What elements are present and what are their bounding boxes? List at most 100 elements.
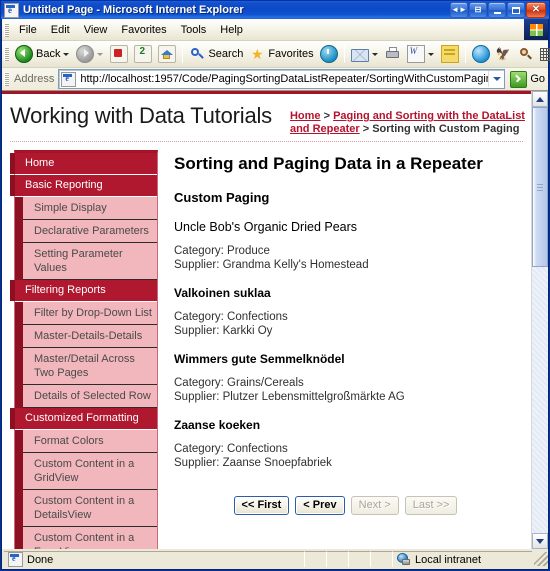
sidebar-item-label[interactable]: Master/Detail Across Two Pages [23,348,157,384]
breadcrumb-link-home[interactable]: Home [290,110,321,122]
sidebar-item-filtering-reports[interactable]: Filtering Reports [10,280,157,302]
bird-button[interactable]: 🦅 [493,42,515,66]
sidebar-item-custom-content-in-a-formview[interactable]: Custom Content in a FormView [23,527,157,549]
sidebar-item-label[interactable]: Master-Details-Details [23,325,157,347]
scrollbar-track[interactable] [532,107,548,533]
history-icon [319,45,338,63]
messenger-button[interactable] [469,42,493,66]
back-button[interactable]: Back [12,42,73,66]
sidebar-item-details-of-selected-row[interactable]: Details of Selected Row [23,385,157,408]
sidebar-group-filtering-reports: Filter by Drop-Down List Master-Details-… [15,302,157,408]
sidebar-item-format-colors[interactable]: Format Colors [23,430,157,453]
window-controls: ◄► ⊟ ✕ [450,2,546,18]
forward-dropdown-icon[interactable] [97,52,104,56]
print-icon [385,46,401,62]
first-page-button[interactable]: << First [233,496,290,515]
sidebar-item-label[interactable]: Setting Parameter Values [23,243,157,279]
search-button[interactable]: Search [186,42,246,66]
go-button[interactable]: Go [505,70,545,88]
menu-bar: File Edit View Favorites Tools Help [2,19,548,41]
history-button[interactable] [317,42,341,66]
address-bar: Address http://localhost:1957/Code/Pagin… [2,68,548,91]
notes-button[interactable] [438,42,462,66]
sidebar-item-label[interactable]: Custom Content in a GridView [23,453,157,489]
sidebar-item-label[interactable]: Format Colors [23,430,157,452]
windows-logo-icon [524,19,548,40]
sidebar-item-label[interactable]: Declarative Parameters [23,220,157,242]
sidebar-item-basic-reporting[interactable]: Basic Reporting [10,175,157,197]
sidebar-item-custom-content-in-a-gridview[interactable]: Custom Content in a GridView [23,453,157,490]
menu-help[interactable]: Help [213,22,250,38]
menu-tools[interactable]: Tools [174,22,214,38]
sidebar-group-basic-reporting: Simple Display Declarative Parameters Se… [15,197,157,280]
sidebar-item-label[interactable]: Details of Selected Row [23,385,157,407]
security-zone[interactable]: Local intranet [392,551,532,567]
edit-dropdown-icon[interactable] [427,52,434,56]
mail-dropdown-icon[interactable] [371,52,378,56]
mail-button[interactable] [348,42,382,66]
restore-group-button[interactable]: ◄► [450,2,468,18]
restore-down-button[interactable]: ⊟ [469,2,487,18]
maximize-button[interactable] [507,2,525,18]
scroll-up-icon[interactable] [532,91,548,107]
minimize-button[interactable] [488,2,506,18]
grid-button[interactable] [537,42,550,66]
sidebar-item-label[interactable]: Custom Content in a DetailsView [23,490,157,526]
sidebar-item-home[interactable]: Home [10,153,157,175]
search-label: Search [208,48,244,60]
print-button[interactable] [382,42,404,66]
menu-edit[interactable]: Edit [44,22,77,38]
product-category: Category: Produce [174,245,270,257]
status-pane-3 [348,551,370,567]
menu-view[interactable]: View [77,22,115,38]
menu-favorites[interactable]: Favorites [114,22,173,38]
refresh-button[interactable] [131,42,155,66]
chevron-down-icon[interactable] [488,71,504,87]
scrollbar-thumb[interactable] [532,107,548,267]
sidebar-item-master-detail-across-two-pages[interactable]: Master/Detail Across Two Pages [23,348,157,385]
prev-page-button[interactable]: < Prev [295,496,345,515]
status-bar: Done Local intranet [1,549,549,570]
close-button[interactable]: ✕ [526,2,546,18]
vertical-scrollbar[interactable] [531,91,548,549]
address-input[interactable]: http://localhost:1957/Code/PagingSorting… [58,69,506,89]
stop-button[interactable] [107,42,131,66]
local-intranet-icon [397,553,411,566]
sidebar-item-master-details-details[interactable]: Master-Details-Details [23,325,157,348]
home-button[interactable] [155,42,179,66]
sidebar-item-filter-by-drop-down-list[interactable]: Filter by Drop-Down List [23,302,157,325]
sidebar-item-label[interactable]: Filter by Drop-Down List [23,302,157,324]
refresh-icon [134,45,153,63]
edit-icon [406,45,425,63]
status-pane-2 [326,551,348,567]
resize-grip[interactable] [534,552,548,566]
menu-grip[interactable] [4,22,9,37]
next-page-button: Next > [350,496,399,515]
sidebar-item-declarative-parameters[interactable]: Declarative Parameters [23,220,157,243]
product-name: Uncle Bob's Organic Dried Pears [174,220,358,234]
sidebar-item-simple-display[interactable]: Simple Display [23,197,157,220]
research-button[interactable] [515,42,537,66]
sidebar-item-custom-content-in-a-detailsview[interactable]: Custom Content in a DetailsView [23,490,157,527]
main-content: Sorting and Paging Data in a Repeater Cu… [158,150,531,515]
sidebar-item-label[interactable]: Simple Display [23,197,157,219]
forward-button[interactable] [73,42,107,66]
product-category: Category: Confections [174,443,288,455]
breadcrumb-sep-2: > [359,123,373,135]
product-name: Zaanse koeken [174,418,261,432]
sidebar-item-label[interactable]: Custom Content in a FormView [23,527,157,549]
product-item: Uncle Bob's Organic Dried Pears Category… [174,220,517,272]
sidebar-item-customized-formatting[interactable]: Customized Formatting [10,408,157,430]
content-heading: Sorting and Paging Data in a Repeater [174,154,483,173]
edit-button[interactable] [404,42,438,66]
back-dropdown-icon[interactable] [63,52,70,56]
sidebar-group-customized-formatting: Format Colors Custom Content in a GridVi… [15,430,157,549]
product-item: Zaanse koeken Category: Confections Supp… [174,418,517,470]
address-grip[interactable] [4,72,9,86]
toolbar-grip[interactable] [4,47,9,61]
menu-file[interactable]: File [12,22,44,38]
product-category: Category: Confections [174,311,288,323]
favorites-button[interactable]: ★ Favorites [246,42,316,66]
sidebar-item-setting-parameter-values[interactable]: Setting Parameter Values [23,243,157,280]
scroll-down-icon[interactable] [532,533,548,549]
